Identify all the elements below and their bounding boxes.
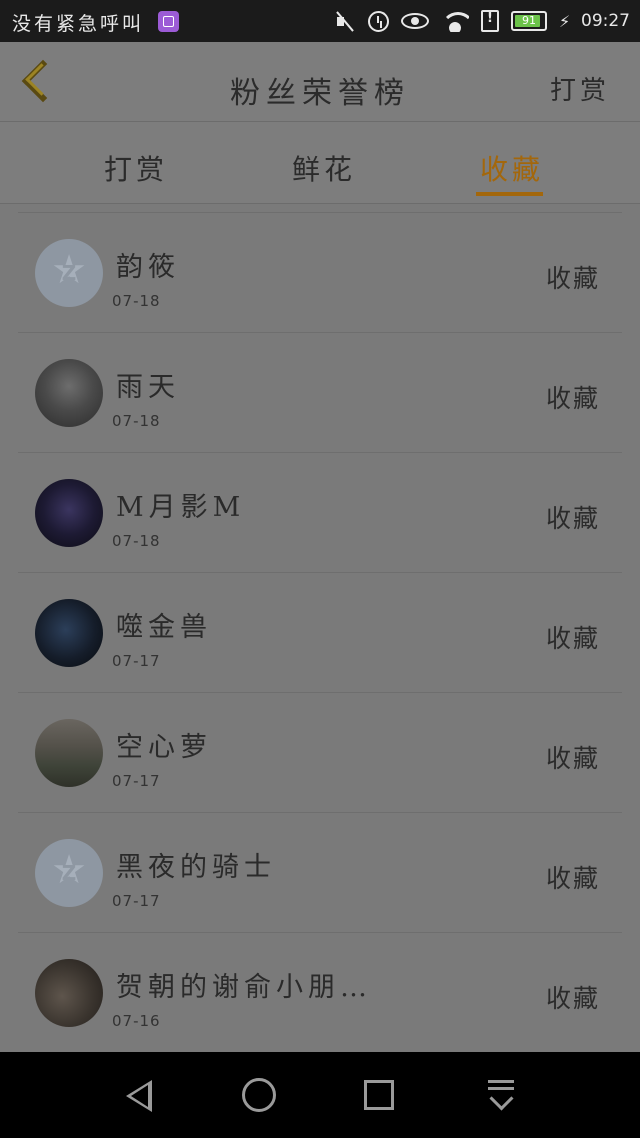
collect-label: 收藏 [545, 744, 600, 773]
nav-recents-icon[interactable] [364, 1080, 394, 1110]
list-item[interactable]: 黑夜的骑士 07-17 收藏 [18, 812, 622, 932]
nav-back-icon[interactable] [122, 1078, 156, 1112]
collect-label: 收藏 [545, 264, 600, 293]
item-date: 07-18 [112, 532, 161, 550]
page-title: 粉丝荣誉榜 [230, 76, 410, 111]
user-name: 黑夜的骑士 [116, 852, 276, 883]
app-header: 粉丝荣誉榜 打赏 [0, 42, 640, 122]
list-item[interactable]: 贺朝的谢俞小朋… 07-16 收藏 [18, 932, 622, 1052]
alarm-icon [368, 10, 389, 32]
user-name: 韵筱 [116, 252, 180, 283]
clock: 09:27 [581, 11, 630, 31]
default-avatar[interactable] [35, 239, 103, 307]
item-date: 07-17 [112, 772, 161, 790]
reward-button[interactable]: 打赏 [550, 70, 610, 107]
list-item[interactable]: 韵筱 07-18 收藏 [18, 212, 622, 332]
battery-icon: 91 [511, 11, 547, 31]
system-nav-bar [0, 1052, 640, 1138]
user-avatar[interactable] [35, 959, 103, 1027]
list-item[interactable]: 雨天 07-18 收藏 [18, 332, 622, 452]
item-date: 07-18 [112, 412, 161, 430]
status-icons: 91 ⚡ 09:27 [334, 6, 630, 36]
charging-icon: ⚡ [559, 11, 571, 31]
user-name: 贺朝的谢俞小朋… [116, 972, 372, 1003]
item-date: 07-17 [112, 652, 161, 670]
user-avatar[interactable] [35, 479, 103, 547]
tab-flowers[interactable]: 鲜花 [292, 148, 356, 188]
gallery-notification-icon [158, 11, 179, 32]
item-date: 07-18 [112, 292, 161, 310]
sim-alert-icon [481, 10, 499, 32]
item-date: 07-17 [112, 892, 161, 910]
fan-list: 韵筱 07-18 收藏 雨天 07-18 收藏 M月影M 07-18 收藏 噬金… [18, 212, 622, 1052]
eye-comfort-icon [401, 13, 429, 29]
carrier-text: 没有紧急呼叫 [12, 13, 145, 35]
user-avatar[interactable] [35, 599, 103, 667]
tab-bar: 打赏 鲜花 收藏 [0, 122, 640, 204]
list-item[interactable]: 噬金兽 07-17 收藏 [18, 572, 622, 692]
user-name: 噬金兽 [116, 612, 212, 643]
collect-label: 收藏 [545, 624, 600, 653]
status-bar: 没有紧急呼叫 91 ⚡ 09:27 [0, 0, 640, 42]
tab-collect[interactable]: 收藏 [480, 148, 544, 188]
mute-icon [334, 10, 356, 32]
list-item[interactable]: M月影M 07-18 收藏 [18, 452, 622, 572]
collect-label: 收藏 [545, 384, 600, 413]
wifi-icon [441, 10, 469, 32]
item-date: 07-16 [112, 1012, 161, 1030]
collect-label: 收藏 [545, 504, 600, 533]
collect-label: 收藏 [545, 984, 600, 1013]
active-tab-indicator [476, 192, 543, 196]
user-avatar[interactable] [35, 359, 103, 427]
user-avatar[interactable] [35, 719, 103, 787]
user-name: 空心萝 [116, 732, 212, 763]
collect-label: 收藏 [545, 864, 600, 893]
user-name: M月影M [116, 492, 246, 523]
default-avatar[interactable] [35, 839, 103, 907]
battery-percent: 91 [522, 14, 536, 27]
list-item[interactable]: 空心萝 07-17 收藏 [18, 692, 622, 812]
tab-reward[interactable]: 打赏 [104, 148, 168, 188]
nav-notification-pull-icon[interactable] [486, 1078, 520, 1112]
nav-home-icon[interactable] [242, 1078, 276, 1112]
user-name: 雨天 [116, 372, 180, 403]
